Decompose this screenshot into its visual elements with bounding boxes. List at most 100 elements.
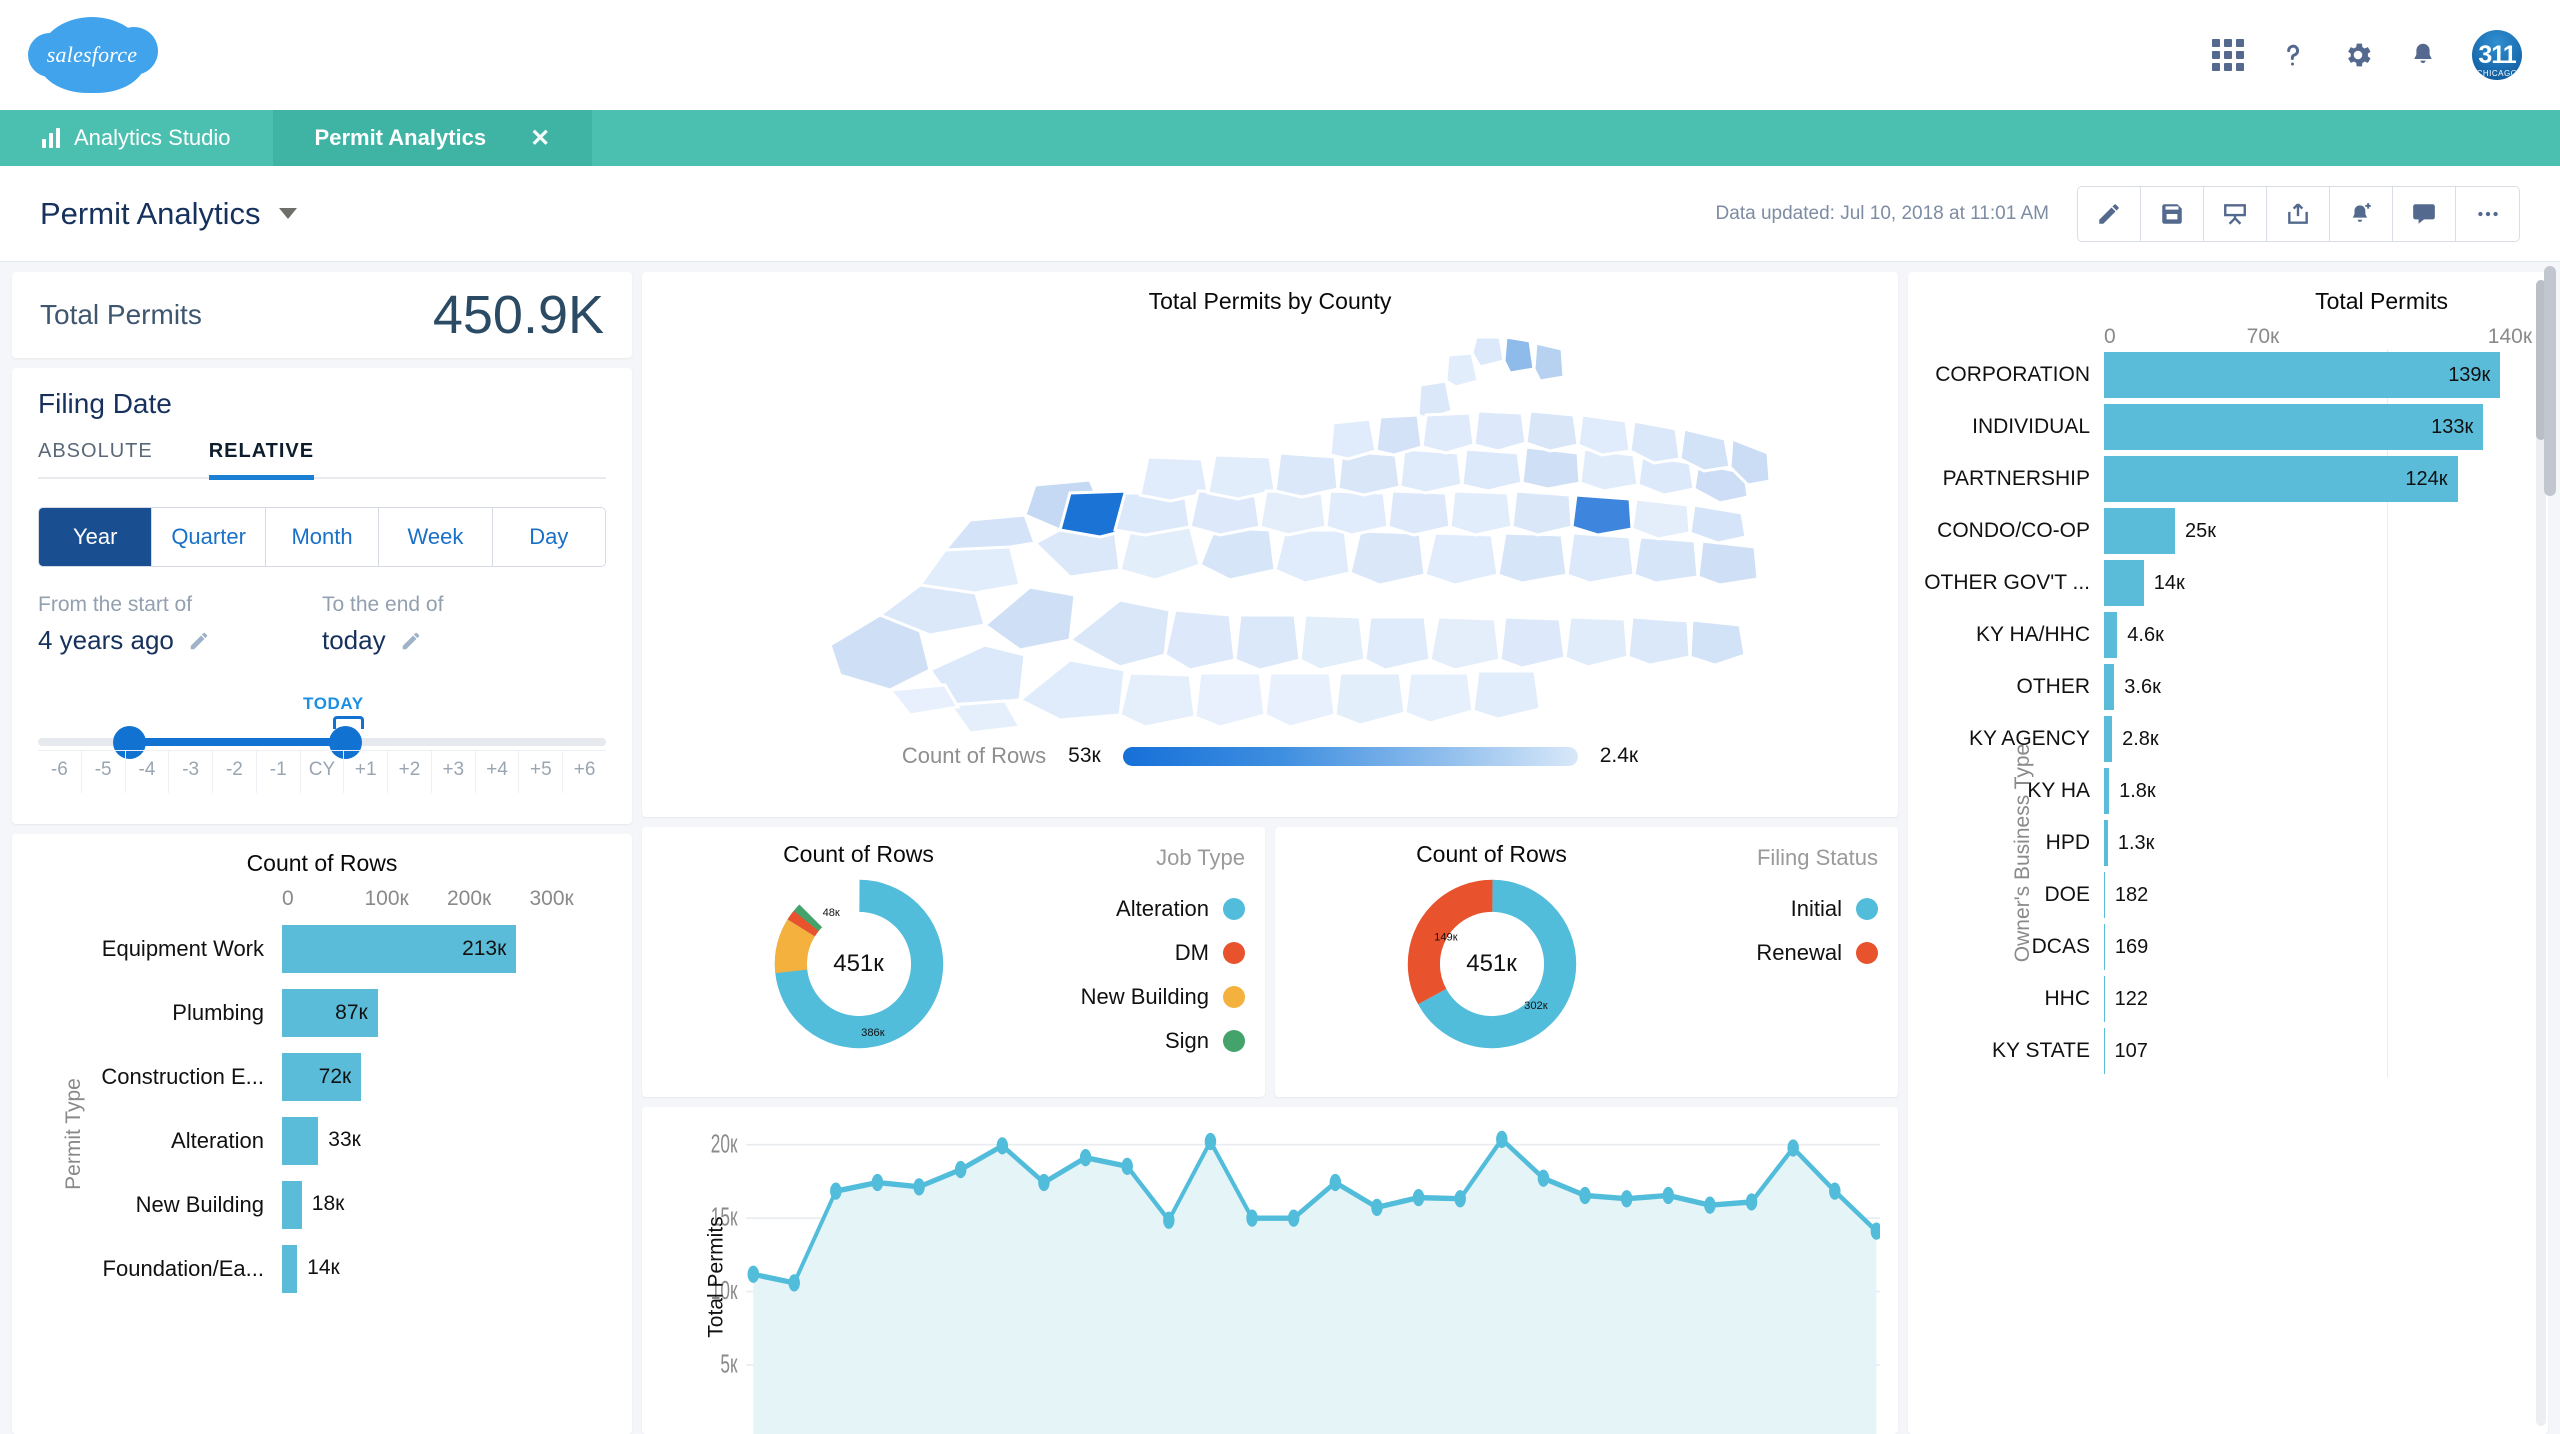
bar-row[interactable]: OTHER 3.6к [1924,661,2532,713]
donut-svg-wrap[interactable]: 48к 386к 451к [769,874,949,1054]
bar-row[interactable]: INDIVIDUAL 133к [1924,401,2532,453]
legend-swatch [1223,986,1245,1008]
comment-button[interactable] [2393,186,2456,241]
y-tick: 20к [711,1129,738,1158]
range-from-value: 4 years ago [38,625,174,655]
filing-date-title: Filing Date [38,388,172,419]
tab-analytics-studio[interactable]: Analytics Studio [0,110,273,166]
bar-row[interactable]: Construction E... 72к [32,1045,612,1109]
bar-row[interactable]: DOE 182 [1924,869,2532,921]
slider-tick: -2 [213,751,257,793]
more-options-button[interactable] [2456,186,2519,241]
bar-label: KY HA [2027,779,2090,802]
range-values: From the start of 4 years ago To the end… [38,593,606,656]
bell-icon[interactable] [2408,39,2438,71]
bar-row[interactable]: PARTNERSHIP 124к [1924,453,2532,505]
tab-label: Analytics Studio [74,125,231,150]
relative-date-slider[interactable]: TODAY -6 -5 -4 -3 -2 -1 CY +1 +2 +3 +4 +… [38,694,606,810]
chart-filing-status[interactable]: Count of Rows 149к 302к 451к Filing Stat… [1275,827,1898,1097]
help-icon[interactable] [2278,39,2308,71]
segment-week[interactable]: Week [379,508,493,566]
range-to-value-row[interactable]: today [322,625,606,656]
bar-row[interactable]: Foundation/Ea... 14к [32,1237,612,1301]
edit-button[interactable] [2078,186,2141,241]
bar-value: 133к [2431,415,2474,438]
donut-area: Count of Rows 149к 302к 451к [1295,841,1688,1083]
bar-value: 2.8к [2122,728,2159,750]
share-button[interactable] [2267,186,2330,241]
segment-year[interactable]: Year [39,508,153,566]
edit-pencil-icon[interactable] [400,630,422,652]
bar-row[interactable]: CONDO/CO-OP 25к [1924,505,2532,557]
map-holder[interactable] [642,315,1898,735]
bar-row[interactable]: Alteration 33к [32,1109,612,1173]
bar-row[interactable]: KY HA/HHC 4.6к [1924,609,2532,661]
bar-value: 18к [311,1192,345,1215]
segment-day[interactable]: Day [492,508,605,566]
bar-value: 124к [2405,467,2448,490]
bar-label: Foundation/Ea... [102,1256,264,1281]
area-line-chart[interactable]: 20к 15к 10к 5к [660,1121,1883,1434]
legend-swatch [1223,898,1245,920]
salesforce-logo[interactable]: salesforce [28,17,158,93]
bar-label: New Building [135,1192,264,1217]
segment-month[interactable]: Month [265,508,380,566]
range-from-value-row[interactable]: 4 years ago [38,625,322,656]
kentucky-county-map[interactable] [642,315,1898,735]
save-button[interactable] [2141,186,2204,241]
bar-row[interactable]: KY STATE 107 [1924,1025,2532,1077]
legend-item[interactable]: New Building [1055,975,1245,1019]
legend-item[interactable]: DM [1055,931,1245,975]
page-scrollbar-thumb[interactable] [2544,266,2556,496]
tab-permit-analytics[interactable]: Permit Analytics ✕ [272,110,593,166]
present-button[interactable] [2204,186,2267,241]
bar-value: 33к [328,1128,361,1151]
range-from: From the start of 4 years ago [38,593,322,656]
chart-permits-by-county[interactable]: Total Permits by County Count of Rows 53… [642,272,1898,817]
bar-value: 107 [2114,1040,2148,1062]
chevron-down-icon[interactable] [278,208,297,219]
bar-value: 182 [2114,884,2149,906]
axis-tick: 100к [364,887,409,910]
segment-quarter[interactable]: Quarter [152,508,266,566]
donut-svg-wrap[interactable]: 149к 302к 451к [1402,874,1582,1054]
avatar[interactable]: 311 CHICAGO [2472,30,2522,80]
owner-bar-rows: CORPORATION 139к INDIVIDUAL 133к PARTNER… [1924,349,2532,1077]
bar-row[interactable]: New Building 18к [32,1173,612,1237]
bar-row[interactable]: Equipment Work 213к [32,917,612,981]
page-scrollbar[interactable] [2544,262,2558,1434]
bar-row[interactable]: Plumbing 87к [32,981,612,1045]
legend-item[interactable]: Initial [1688,887,1878,931]
chart-permit-type[interactable]: Count of Rows Permit Type 0 100к 200к 30… [12,834,632,1434]
close-icon[interactable]: ✕ [530,124,550,153]
bar-row[interactable]: HHC 122 [1924,973,2532,1025]
notification-add-button[interactable] [2330,186,2393,241]
bar-row[interactable]: HPD 1.3к [1924,817,2532,869]
tab-relative[interactable]: RELATIVE [208,440,315,480]
legend-item[interactable]: Sign [1055,1019,1245,1063]
kpi-total-permits[interactable]: Total Permits 450.9K [12,272,632,358]
gear-icon[interactable] [2342,39,2374,71]
app-launcher-icon[interactable] [2212,39,2244,71]
kpi-value: 450.9K [432,285,604,345]
bar-label: HPD [2045,831,2090,854]
tab-absolute[interactable]: ABSOLUTE [38,440,153,477]
chart-permits-over-time[interactable]: Total Permits 20к 15к 10к 5к [642,1107,1898,1434]
legend-max: 2.4к [1599,744,1639,767]
slider-tick: +3 [432,751,476,793]
bar-row[interactable]: DCAS 169 [1924,921,2532,973]
bar-row[interactable]: OTHER GOV'T ... 14к [1924,557,2532,609]
toolbar-actions: Data updated: Jul 10, 2018 at 11:01 AM [1716,185,2520,242]
edit-pencil-icon[interactable] [188,630,210,652]
page-title[interactable]: Permit Analytics [40,196,297,232]
legend-item[interactable]: Alteration [1055,887,1245,931]
bar-label: OTHER GOV'T ... [1924,571,2090,594]
legend-item[interactable]: Renewal [1688,931,1878,975]
chart-job-type[interactable]: Count of Rows 48к 386к 451к Job Type Alt… [642,827,1265,1097]
bar-row[interactable]: CORPORATION 139к [1924,349,2532,401]
bar-chart-icon [42,128,60,148]
bar-row[interactable]: KY AGENCY 2.8к [1924,713,2532,765]
bar-value: 1.8к [2119,780,2156,802]
chart-owner-business-type[interactable]: Total Permits Owner's Business Type 0 70… [1908,272,2548,1434]
bar-row[interactable]: KY HA 1.8к [1924,765,2532,817]
